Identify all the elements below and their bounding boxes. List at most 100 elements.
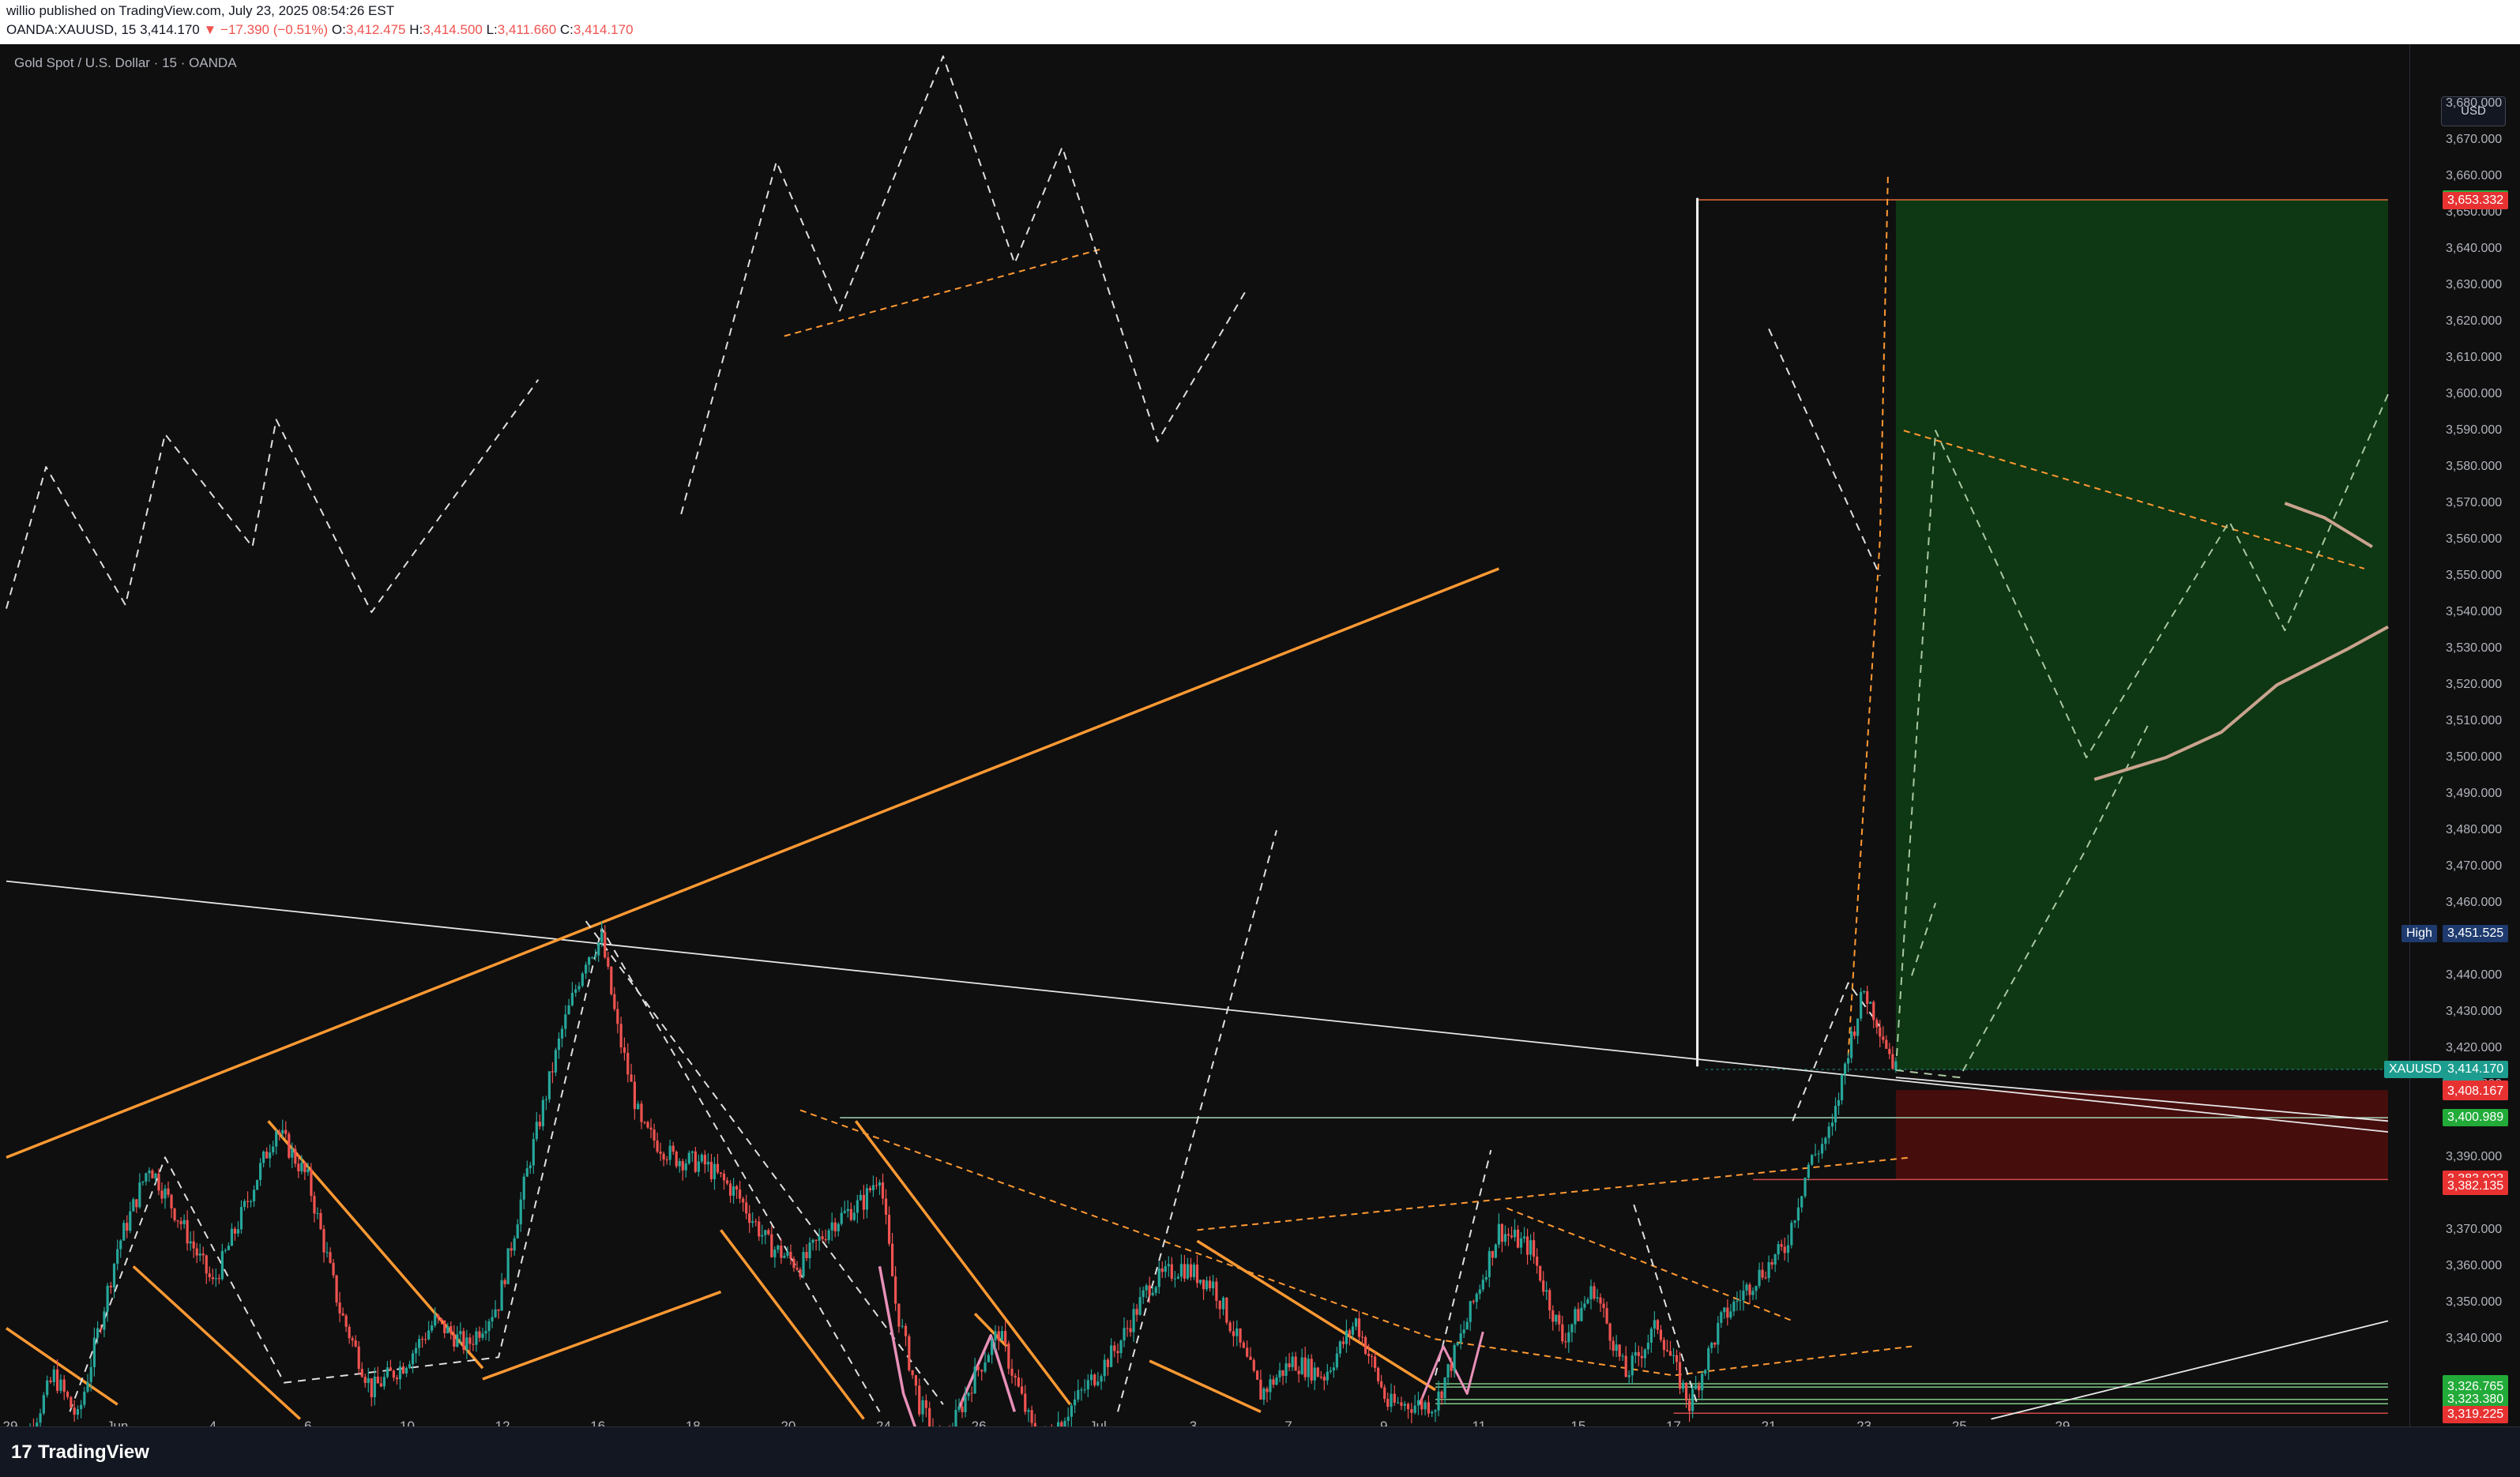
candle-body (780, 1245, 783, 1258)
candle-body (984, 1362, 987, 1372)
price-tag: 3,319.225 (2443, 1405, 2509, 1423)
candle-body (205, 1255, 208, 1274)
candle-body (967, 1392, 970, 1396)
candle-body (1751, 1291, 1755, 1295)
candle-body (398, 1366, 402, 1380)
candle-body (1860, 992, 1863, 1019)
candle-body (792, 1258, 795, 1268)
candle-body (1500, 1223, 1504, 1242)
candle-body (52, 1369, 55, 1382)
orange-dashed-top (784, 248, 1103, 337)
price-axis-label: 3,340.000 (2446, 1332, 2503, 1346)
candle-body (928, 1407, 931, 1426)
candle-body (192, 1241, 195, 1249)
candle-body (610, 966, 613, 994)
candle-body (1446, 1364, 1450, 1378)
candle-body (1119, 1340, 1123, 1354)
orange-line-1 (132, 1265, 302, 1420)
orange-line-8 (1196, 1239, 1436, 1392)
candle-body (395, 1377, 399, 1380)
candle-body (1506, 1234, 1510, 1236)
candle-body (1577, 1309, 1580, 1321)
candle-body (1850, 1031, 1853, 1058)
candle-body (1536, 1256, 1539, 1266)
candle-body (1354, 1318, 1358, 1327)
candle-body (1879, 1027, 1882, 1037)
price-axis-label: 3,470.000 (2446, 859, 2503, 874)
candle-body (1249, 1356, 1252, 1360)
candle-body (690, 1151, 694, 1153)
candle-body (588, 957, 591, 965)
candle-body (414, 1347, 418, 1354)
candle-body (987, 1355, 990, 1362)
candle-body (1580, 1307, 1583, 1321)
candle-body (525, 1168, 528, 1177)
candle-body (259, 1163, 262, 1180)
candle-body (421, 1339, 424, 1340)
candle-body (1539, 1265, 1542, 1281)
candle-body (145, 1173, 148, 1182)
candle-body (344, 1315, 348, 1327)
candle-body (363, 1377, 367, 1383)
candle-body (1567, 1332, 1570, 1343)
candle-body (96, 1328, 100, 1338)
candle-body (1729, 1311, 1732, 1318)
zone-stop (1895, 1090, 2388, 1180)
candle-body (1780, 1244, 1783, 1247)
candle-body (1420, 1400, 1424, 1410)
candle-body (465, 1337, 468, 1350)
candle-body (1135, 1309, 1138, 1315)
candle-body (1593, 1286, 1596, 1298)
candle-body (1086, 1380, 1089, 1390)
candle-body (1164, 1266, 1167, 1272)
candle-body (538, 1122, 541, 1126)
candle-body (1186, 1264, 1190, 1279)
candle-body (799, 1269, 802, 1277)
candle-body (1834, 1106, 1837, 1123)
candle-body (446, 1326, 449, 1334)
candle-body (164, 1188, 167, 1199)
candle-body (1192, 1265, 1196, 1277)
candle-body (1198, 1280, 1202, 1283)
candle-body (70, 1396, 73, 1408)
candle-body (1010, 1368, 1014, 1376)
symbol-label: OANDA:XAUUSD, 15 (6, 22, 137, 37)
candle-body (170, 1194, 173, 1208)
candle-body (1637, 1351, 1640, 1356)
candle-body (379, 1383, 382, 1387)
candle-body (1704, 1370, 1707, 1374)
candle-body (1070, 1405, 1073, 1417)
candle-body (1014, 1375, 1017, 1377)
chart-pane[interactable]: Gold Spot / U.S. Dollar · 15 · OANDA USD… (0, 44, 2520, 1426)
candle-body (1634, 1351, 1637, 1356)
candle-body (577, 986, 581, 990)
candle-body (1225, 1298, 1228, 1323)
candle-body (1103, 1359, 1106, 1377)
candle-body (1437, 1391, 1440, 1411)
chart-canvas[interactable] (0, 44, 2409, 1426)
candle-body (46, 1380, 49, 1396)
candle-body (1208, 1280, 1212, 1289)
price-tag-prefix: High (2402, 925, 2437, 943)
candle-body (637, 1103, 640, 1110)
candle-body (1151, 1292, 1154, 1295)
candle-body (1259, 1379, 1262, 1400)
candle-body (1313, 1367, 1316, 1381)
candle-body (818, 1236, 821, 1241)
candle-body (434, 1314, 437, 1325)
candle-body (1558, 1314, 1561, 1325)
candle-body (1443, 1377, 1446, 1399)
candle-body (811, 1239, 814, 1243)
candle-body (262, 1151, 265, 1163)
candle-body (1431, 1411, 1434, 1414)
candle-body (1713, 1343, 1717, 1345)
candle-body (551, 1071, 555, 1073)
candle-body (1351, 1326, 1355, 1335)
candle-body (1066, 1416, 1070, 1422)
tradingview-brand[interactable]: 17 TradingView (11, 1441, 149, 1464)
candle-body (418, 1339, 421, 1348)
candle-body (1278, 1370, 1281, 1378)
candle-body (713, 1163, 717, 1179)
candle-body (1732, 1301, 1736, 1312)
candle-body (868, 1188, 872, 1190)
